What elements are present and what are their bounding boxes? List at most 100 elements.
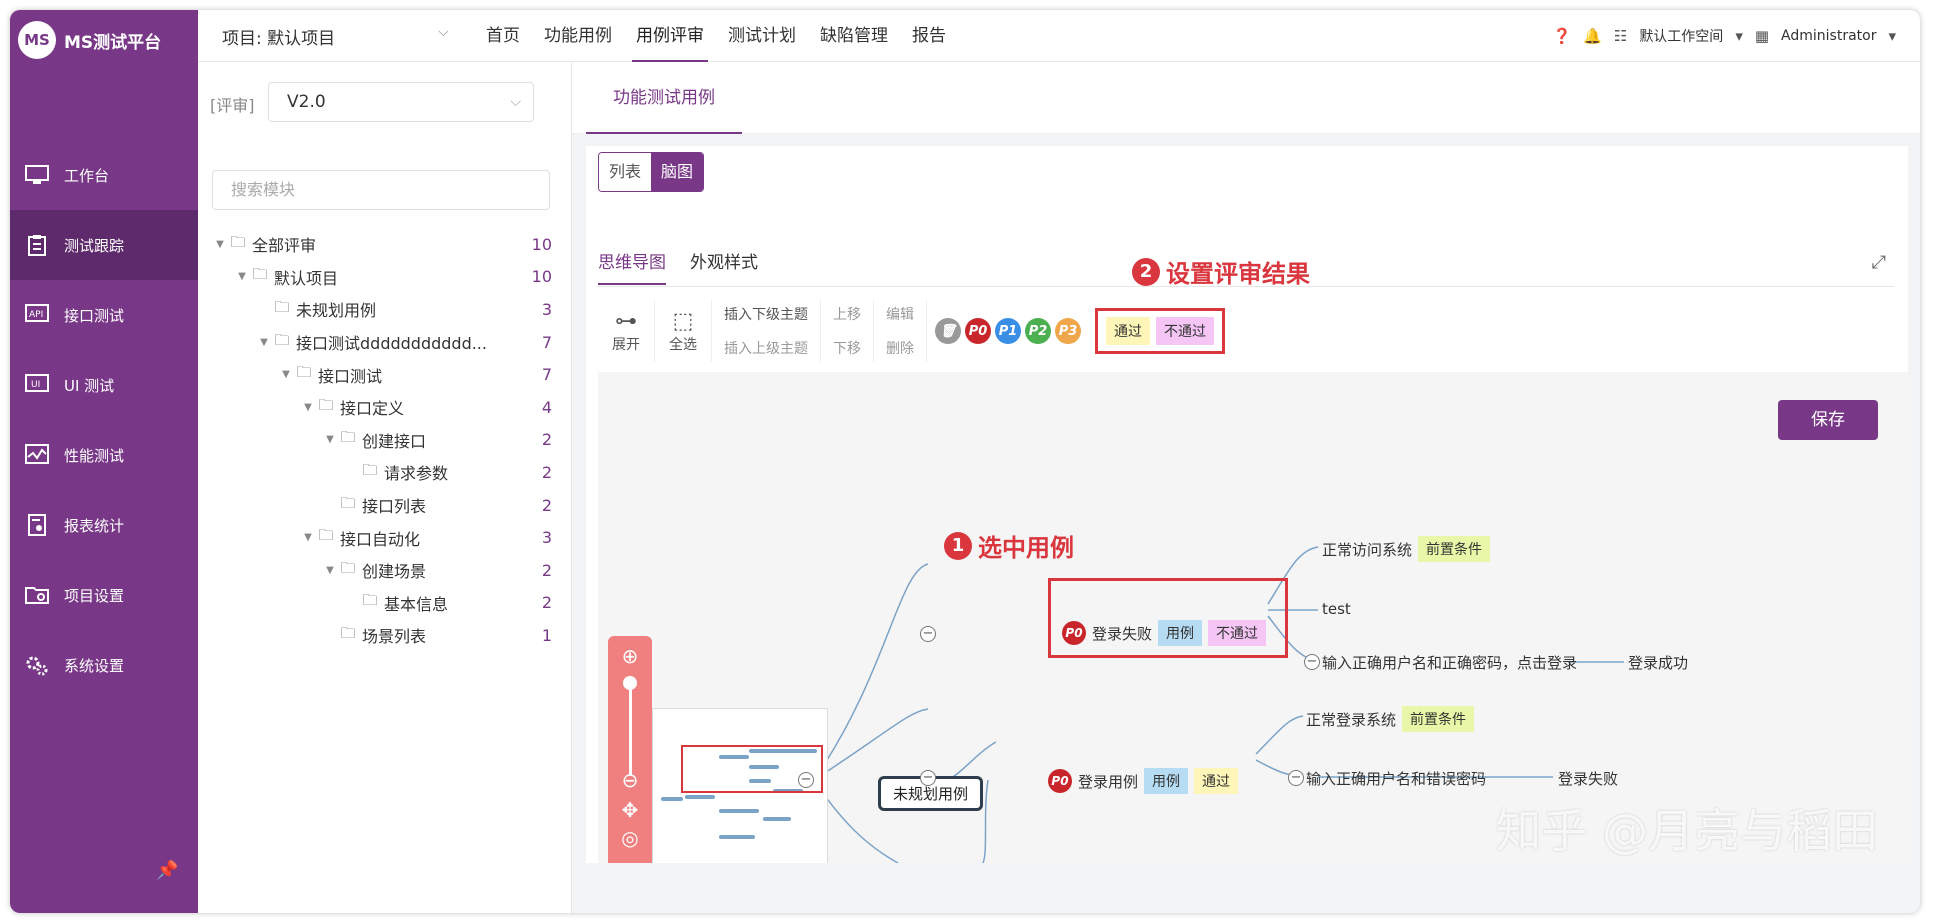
tree-node-label: 接口测试ddddddddddd... [296, 334, 487, 354]
sidebar-item-test-track[interactable]: 测试跟踪 [10, 210, 198, 280]
zoom-slider-handle[interactable] [623, 676, 637, 690]
tree-node[interactable]: ▼ 🗀 接口定义 4 [212, 391, 552, 424]
caret-down-icon[interactable]: ▼ [234, 271, 250, 282]
trash-icon[interactable]: 🗑 [935, 318, 961, 344]
tree-node[interactable]: ▼ 🗀 全部评审 10 [212, 228, 552, 261]
locate-icon[interactable]: ◎ [620, 826, 640, 850]
pin-icon[interactable]: 📌 [156, 860, 178, 881]
caret-down-icon[interactable]: ▾ [1888, 27, 1896, 45]
mindmap-canvas[interactable]: 保存 ⊕ ⊖ ✥ ◎ − 未规划用例 − − 1 选中用例 P0 登录失败 用例… [598, 372, 1908, 863]
sidebar-item-ui-test[interactable]: UI UI 测试 [10, 350, 198, 420]
result-fail-button[interactable]: 不通过 [1156, 317, 1214, 345]
insert-parent-button[interactable]: 插入上级主题 [724, 338, 808, 358]
sidebar-item-performance[interactable]: 性能测试 [10, 420, 198, 490]
tree-node[interactable]: ▼ 🗀 接口测试 7 [212, 358, 552, 391]
caret-down-icon[interactable]: ▼ [256, 337, 272, 348]
user-menu[interactable]: Administrator [1781, 28, 1876, 44]
tab-appearance[interactable]: 外观样式 [690, 248, 758, 285]
caret-down-icon[interactable]: ▼ [322, 565, 338, 576]
move-down-button[interactable]: 下移 [833, 338, 861, 358]
collapse-toggle[interactable]: − [920, 626, 936, 642]
review-version-select[interactable]: V2.0 ⌵ [268, 82, 534, 122]
caret-down-icon[interactable]: ▾ [1735, 27, 1743, 45]
sidebar-item-report[interactable]: 报表统计 [10, 490, 198, 560]
case-node-login-fail[interactable]: P0 登录失败 用例 不通过 [1062, 620, 1267, 646]
tree-node[interactable]: 🗀 基本信息 2 [212, 587, 552, 620]
move-icon[interactable]: ✥ [620, 798, 640, 822]
review-result-tag: 通过 [1194, 768, 1239, 794]
tab-functional-cases[interactable]: 功能测试用例 [586, 62, 742, 134]
caret-down-icon[interactable]: ▼ [300, 402, 316, 413]
sidebar-item-label: 测试跟踪 [64, 236, 125, 255]
tree-node[interactable]: 🗀 场景列表 1 [212, 619, 552, 652]
nav-report[interactable]: 报告 [900, 10, 958, 62]
tree-node[interactable]: ▼ 🗀 接口测试ddddddddddd... 7 [212, 326, 552, 359]
result-pass-button[interactable]: 通过 [1106, 317, 1150, 345]
caret-down-icon[interactable]: ▼ [212, 239, 228, 250]
zoom-in-icon[interactable]: ⊕ [620, 644, 640, 668]
caret-down-icon[interactable]: ▼ [300, 532, 316, 543]
list-view-button[interactable]: 列表 [599, 153, 652, 191]
mindmap-node[interactable]: test [1322, 600, 1351, 618]
caret-down-icon[interactable]: ▼ [278, 369, 294, 380]
collapse-toggle[interactable]: − [920, 770, 936, 786]
mindmap-node[interactable]: 正常访问系统 前置条件 [1322, 536, 1491, 562]
mindmap-node[interactable]: 输入正确用户名和错误密码 [1306, 768, 1486, 789]
insert-child-button[interactable]: 插入下级主题 [724, 304, 808, 324]
collapse-toggle[interactable]: − [1304, 654, 1320, 670]
minimap-branch [719, 809, 759, 813]
workspace-selector[interactable]: 默认工作空间 [1639, 26, 1723, 46]
priority-p0-button[interactable]: P0 [965, 318, 991, 344]
sidebar-item-workbench[interactable]: 工作台 [10, 140, 198, 210]
caret-down-icon[interactable]: ▼ [322, 434, 338, 445]
mindmap-node[interactable]: 登录成功 [1628, 652, 1688, 673]
tree-node[interactable]: 🗀 未规划用例 3 [212, 293, 552, 326]
sidebar-item-project-settings[interactable]: 项目设置 [10, 560, 198, 630]
help-icon[interactable]: ❓ [1552, 27, 1571, 45]
language-icon[interactable]: ▦ [1755, 27, 1769, 45]
nav-functional-cases[interactable]: 功能用例 [532, 10, 624, 62]
tree-node[interactable]: 🗀 请求参数 2 [212, 456, 552, 489]
chevron-down-icon[interactable]: ⌵ [438, 24, 449, 40]
priority-tag: P0 [1062, 621, 1086, 645]
annotation-number: 2 [1132, 257, 1160, 286]
zoom-slider-track[interactable] [629, 680, 632, 776]
nav-case-review[interactable]: 用例评审 [624, 10, 716, 62]
logo[interactable]: MS MS测试平台 [18, 20, 161, 60]
sidebar-item-system-settings[interactable]: 系统设置 [10, 630, 198, 700]
nav-test-plan[interactable]: 测试计划 [716, 10, 808, 62]
expand-button[interactable]: ⊶ 展开 [598, 300, 655, 362]
tab-mindmap[interactable]: 思维导图 [598, 248, 666, 285]
project-selector[interactable]: 项目: 默认项目 [222, 24, 335, 49]
collapse-toggle[interactable]: − [1288, 770, 1304, 786]
tree-node[interactable]: 🗀 接口列表 2 [212, 489, 552, 522]
node-text: 登录失败 [1558, 770, 1619, 788]
delete-button[interactable]: 删除 [886, 338, 914, 358]
move-up-button[interactable]: 上移 [833, 304, 861, 324]
zoom-out-icon[interactable]: ⊖ [620, 768, 640, 792]
mindmap-view-button[interactable]: 脑图 [651, 153, 704, 191]
nav-defects[interactable]: 缺陷管理 [808, 10, 900, 62]
mindmap-node[interactable]: 正常登录系统 前置条件 [1306, 706, 1475, 732]
tree-node[interactable]: ▼ 🗀 创建接口 2 [212, 424, 552, 457]
sidebar-item-api-test[interactable]: API 接口测试 [10, 280, 198, 350]
tree-node[interactable]: ▼ 🗀 默认项目 10 [212, 261, 552, 294]
tree-node[interactable]: ▼ 🗀 接口自动化 3 [212, 521, 552, 554]
edit-button[interactable]: 编辑 [886, 304, 914, 324]
priority-p2-button[interactable]: P2 [1025, 318, 1051, 344]
bell-icon[interactable]: 🔔 [1583, 27, 1602, 45]
nav-home[interactable]: 首页 [474, 10, 532, 62]
collapse-toggle[interactable]: − [798, 772, 814, 788]
select-all-button[interactable]: ⬚ 全选 [655, 300, 712, 362]
mindmap-node[interactable]: 输入正确用户名和正确密码，点击登录 [1322, 652, 1577, 673]
case-node-login[interactable]: P0 登录用例 用例 通过 [1048, 768, 1239, 794]
precondition-tag: 前置条件 [1402, 706, 1475, 732]
fullscreen-icon[interactable]: ⤢ [1872, 252, 1886, 273]
priority-p3-button[interactable]: P3 [1055, 318, 1081, 344]
task-list-icon[interactable]: ☷ [1614, 27, 1627, 45]
mindmap-node[interactable]: 登录失败 [1558, 768, 1618, 789]
module-search-input[interactable]: 搜索模块 [212, 170, 550, 210]
tree-node[interactable]: ▼ 🗀 创建场景 2 [212, 554, 552, 587]
folder-icon: 🗀 [230, 232, 246, 251]
priority-p1-button[interactable]: P1 [995, 318, 1021, 344]
